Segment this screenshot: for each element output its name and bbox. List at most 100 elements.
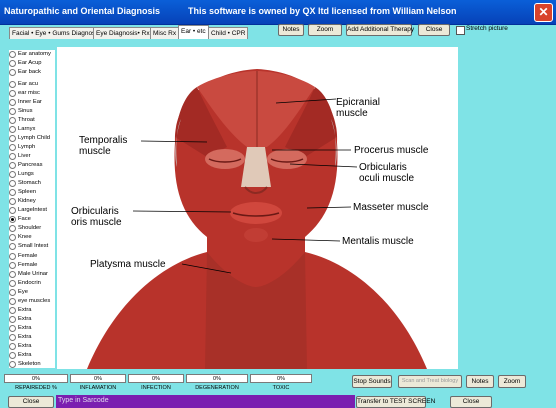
radio-button-icon[interactable] <box>9 316 16 323</box>
transfer-to-test-screen-button[interactable]: Transfer to TEST SCREEN <box>356 396 435 408</box>
body-part-radio[interactable]: Extra <box>9 351 55 360</box>
body-part-label: Eye <box>18 289 28 295</box>
body-part-radio[interactable]: Extra <box>9 315 55 324</box>
tab-ear-etc[interactable]: Ear • etc <box>178 25 209 39</box>
body-part-radio[interactable]: Throat <box>9 116 55 125</box>
radio-button-icon[interactable] <box>9 289 16 296</box>
body-part-radio[interactable]: ear misc <box>9 89 55 98</box>
stretch-picture-checkbox[interactable] <box>456 26 465 35</box>
radio-button-icon[interactable] <box>9 198 16 205</box>
body-part-radio[interactable]: Female <box>9 252 55 261</box>
body-part-radio[interactable]: Lymph <box>9 143 55 152</box>
radio-button-icon[interactable] <box>9 352 16 359</box>
body-part-radio[interactable]: Knee <box>9 233 55 242</box>
body-part-radio[interactable]: Spleen <box>9 188 55 197</box>
zoom-button[interactable]: Zoom <box>308 24 342 36</box>
degeneration-label: DEGENERATION <box>195 385 239 391</box>
body-part-radio[interactable]: eye muscles <box>9 297 55 306</box>
radio-button-icon[interactable] <box>9 216 16 223</box>
body-part-radio[interactable]: Extra <box>9 333 55 342</box>
body-part-label: Ear acu <box>18 81 38 87</box>
radio-button-icon[interactable] <box>9 343 16 350</box>
radio-button-icon[interactable] <box>9 90 16 97</box>
body-part-radio[interactable]: LargeIntest <box>9 206 55 215</box>
radio-button-icon[interactable] <box>9 253 16 260</box>
tab-facial-eye-gums[interactable]: Facial • Eye • Gums Diagnosis <box>9 27 103 39</box>
add-therapy-button[interactable]: Add Additional Therapy <box>346 24 414 36</box>
body-part-radio[interactable]: Ear back <box>9 68 55 77</box>
radio-button-icon[interactable] <box>9 153 16 160</box>
body-part-radio[interactable]: Stomach <box>9 179 55 188</box>
body-part-label: Extra <box>18 352 32 358</box>
body-part-label: Face <box>18 216 31 222</box>
body-part-radio[interactable]: Inner Ear <box>9 98 55 107</box>
body-part-label: Inner Ear <box>18 99 42 105</box>
tab-misc-rx[interactable]: Misc Rx <box>150 27 180 39</box>
radio-button-icon[interactable] <box>9 243 16 250</box>
body-part-radio[interactable]: Lymph Child <box>9 134 55 143</box>
body-part-radio[interactable]: Sinus <box>9 107 55 116</box>
radio-button-icon[interactable] <box>9 234 16 241</box>
body-part-radio[interactable]: Ear acu <box>9 80 55 89</box>
body-part-label: Pancreas <box>18 162 43 168</box>
body-part-radio[interactable]: Small Intest <box>9 242 55 251</box>
scan-and-treat-button[interactable]: Scan and Treat biology <box>398 375 462 388</box>
bottom-notes-button[interactable]: Notes <box>466 375 494 388</box>
body-part-radio[interactable]: Ear Acup <box>9 59 55 68</box>
body-part-label: Female <box>18 262 38 268</box>
radio-button-icon[interactable] <box>9 99 16 106</box>
bottom-zoom-button[interactable]: Zoom <box>498 375 526 388</box>
radio-button-icon[interactable] <box>9 81 16 88</box>
sarcode-input[interactable]: Type in Sarcode <box>56 395 355 408</box>
radio-button-icon[interactable] <box>9 361 16 368</box>
body-part-list: Ear anatomy Ear Acup Ear back Ear acu ear mi… <box>9 50 55 368</box>
body-part-radio[interactable]: Ear anatomy <box>9 50 55 59</box>
radio-button-icon[interactable] <box>9 162 16 169</box>
body-part-radio[interactable]: Face <box>9 215 55 224</box>
body-part-radio[interactable]: Extra <box>9 306 55 315</box>
radio-button-icon[interactable] <box>9 69 16 76</box>
body-part-radio[interactable]: Larnyx <box>9 125 55 134</box>
radio-button-icon[interactable] <box>9 280 16 287</box>
body-part-radio[interactable]: Female <box>9 261 55 270</box>
tab-child-cpr[interactable]: Child • CPR <box>208 27 249 39</box>
body-part-radio[interactable]: Shoulder <box>9 224 55 233</box>
radio-button-icon[interactable] <box>9 144 16 151</box>
close-button[interactable]: Close <box>418 24 450 36</box>
radio-button-icon[interactable] <box>9 307 16 314</box>
body-part-radio[interactable]: Extra <box>9 324 55 333</box>
radio-button-icon[interactable] <box>9 180 16 187</box>
body-part-radio[interactable]: Male Urinar <box>9 270 55 279</box>
radio-button-icon[interactable] <box>9 262 16 269</box>
radio-button-icon[interactable] <box>9 171 16 178</box>
radio-button-icon[interactable] <box>9 207 16 214</box>
notes-button[interactable]: Notes <box>278 24 304 36</box>
radio-button-icon[interactable] <box>9 60 16 67</box>
tab-eye-diagnosis[interactable]: Eye Diagnosis• Rx <box>93 27 153 39</box>
body-part-radio[interactable]: Extra <box>9 342 55 351</box>
body-part-radio[interactable]: Pancreas <box>9 161 55 170</box>
radio-button-icon[interactable] <box>9 334 16 341</box>
body-part-radio[interactable]: Skeleton <box>9 360 55 369</box>
body-part-radio[interactable]: Lungs <box>9 170 55 179</box>
body-part-radio[interactable]: Liver <box>9 152 55 161</box>
radio-button-icon[interactable] <box>9 117 16 124</box>
radio-button-icon[interactable] <box>9 271 16 278</box>
bottom-close-right-button[interactable]: Close <box>450 396 492 408</box>
radio-button-icon[interactable] <box>9 189 16 196</box>
body-part-radio[interactable]: Endocrin <box>9 279 55 288</box>
radio-button-icon[interactable] <box>9 108 16 115</box>
radio-button-icon[interactable] <box>9 298 16 305</box>
radio-button-icon[interactable] <box>9 325 16 332</box>
bottom-close-left-button[interactable]: Close <box>8 396 54 408</box>
radio-button-icon[interactable] <box>9 51 16 58</box>
body-part-radio[interactable]: Kidney <box>9 197 55 206</box>
body-part-label: Shoulder <box>18 225 42 231</box>
radio-button-icon[interactable] <box>9 225 16 232</box>
close-icon: ✕ <box>538 5 549 19</box>
window-close-button[interactable]: ✕ <box>534 3 553 22</box>
radio-button-icon[interactable] <box>9 135 16 142</box>
body-part-radio[interactable]: Eye <box>9 288 55 297</box>
radio-button-icon[interactable] <box>9 126 16 133</box>
stop-sounds-button[interactable]: Stop Sounds <box>352 375 392 388</box>
